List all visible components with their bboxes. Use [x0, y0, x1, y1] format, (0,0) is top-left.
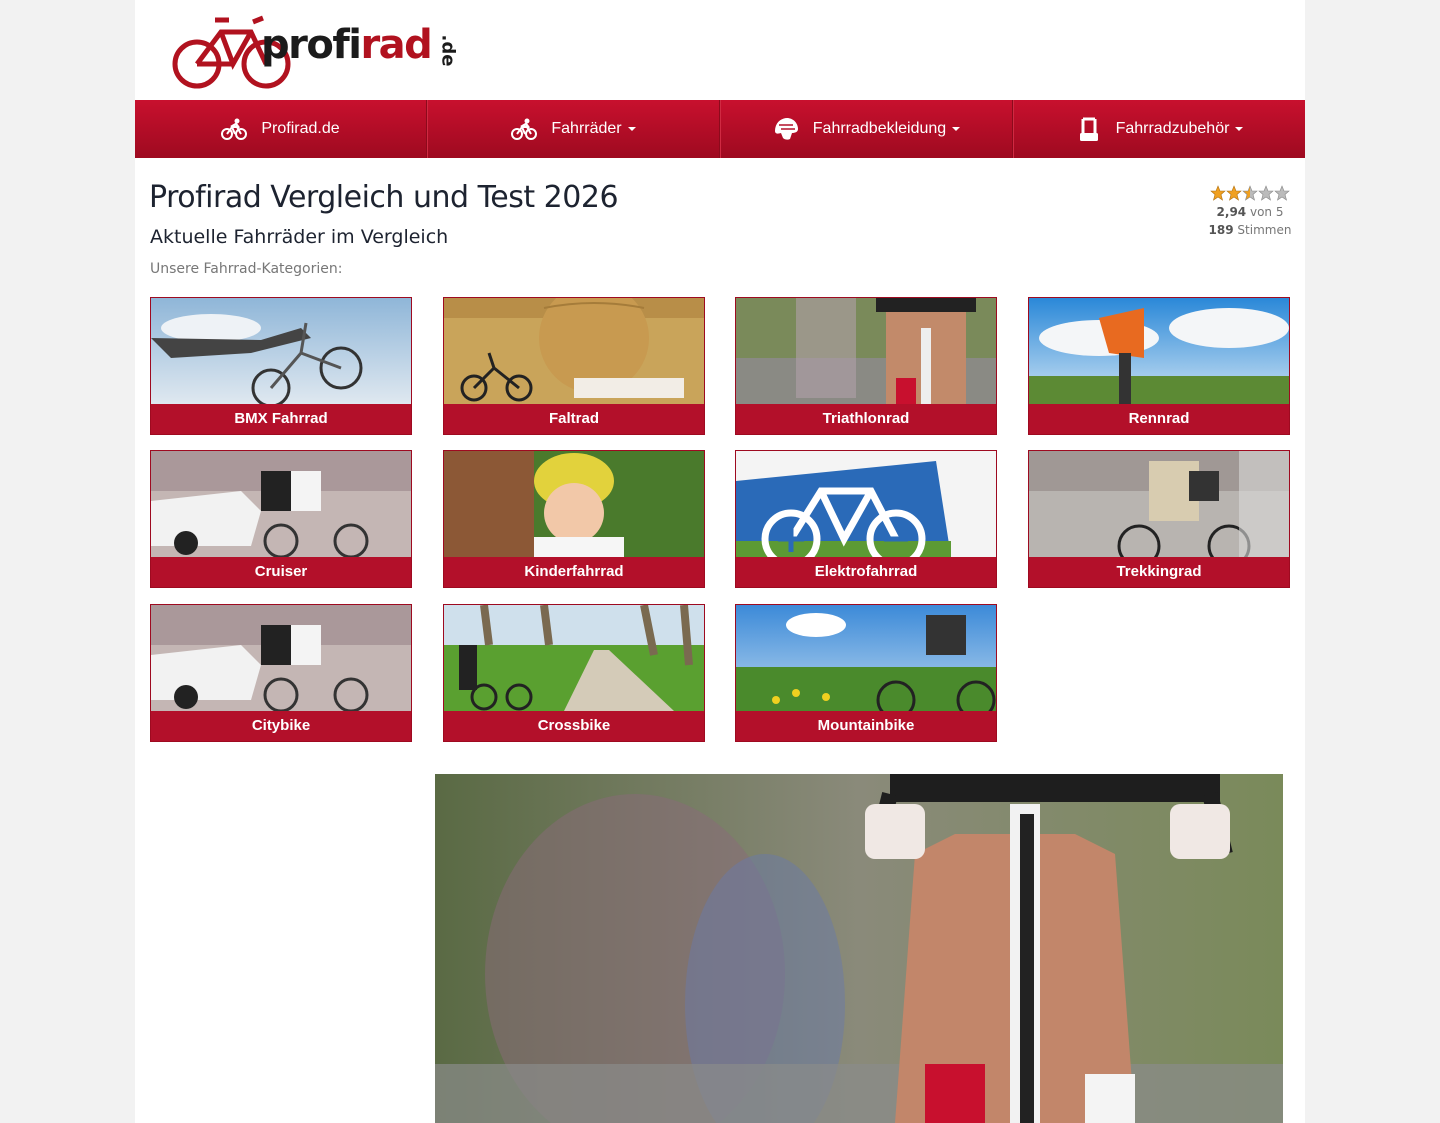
chevron-down-icon: [952, 126, 961, 131]
category-image: [736, 298, 996, 404]
nav-label: Fahrradzubehör: [1116, 120, 1244, 138]
nav-item-fahrradbekleidung[interactable]: Fahrradbekleidung: [720, 100, 1013, 158]
lock-icon: [1076, 116, 1102, 142]
rating-widget: 2,94 von 5 189 Stimmen: [1205, 185, 1295, 239]
category-tile-bmx[interactable]: BMX Fahrrad: [150, 297, 412, 435]
category-tile-mountainbike[interactable]: Mountainbike: [735, 604, 997, 742]
star-empty-icon[interactable]: [1258, 185, 1274, 201]
page-subtitle: Aktuelle Fahrräder im Vergleich: [150, 226, 449, 248]
nav-label: Fahrräder: [551, 120, 636, 138]
star-empty-icon[interactable]: [1274, 185, 1290, 201]
star-rating[interactable]: [1205, 185, 1295, 203]
category-label: Cruiser: [151, 557, 411, 587]
category-image: [444, 605, 704, 711]
category-image: [151, 451, 411, 557]
category-label: BMX Fahrrad: [151, 404, 411, 434]
category-tile-triathlonrad[interactable]: Triathlonrad: [735, 297, 997, 435]
category-image: [736, 605, 996, 711]
rating-votes: 189 Stimmen: [1208, 223, 1292, 237]
rating-score: 2,94 von 5: [1216, 205, 1284, 219]
nav-label: Fahrradbekleidung: [813, 120, 961, 138]
categories-heading: Unsere Fahrrad-Kategorien:: [150, 261, 343, 277]
category-label: Trekkingrad: [1029, 557, 1289, 587]
hero-image: [435, 774, 1283, 1123]
star-icon[interactable]: [1210, 185, 1226, 201]
category-tile-citybike[interactable]: Citybike: [150, 604, 412, 742]
category-label: Rennrad: [1029, 404, 1289, 434]
category-image: [444, 298, 704, 404]
nav-item-profirad[interactable]: Profirad.de: [135, 100, 427, 158]
category-label: Elektrofahrrad: [736, 557, 996, 587]
nav-item-fahrraeder[interactable]: Fahrräder: [427, 100, 720, 158]
category-label: Crossbike: [444, 711, 704, 741]
category-tile-crossbike[interactable]: Crossbike: [443, 604, 705, 742]
category-label: Citybike: [151, 711, 411, 741]
chevron-down-icon: [627, 126, 636, 131]
site-header: profirad .de: [135, 0, 1305, 100]
category-image: [444, 451, 704, 557]
chevron-down-icon: [1235, 126, 1244, 131]
page-title: Profirad Vergleich und Test 2026: [149, 180, 619, 215]
category-image: [1029, 451, 1289, 557]
category-label: Mountainbike: [736, 711, 996, 741]
category-label: Triathlonrad: [736, 404, 996, 434]
main-nav: Profirad.de Fahrräder Fahrradbekleidung …: [135, 100, 1305, 158]
cyclist-icon: [511, 116, 538, 142]
page-container: profirad .de Profirad.de Fahrräder Fahrr…: [135, 0, 1305, 1123]
category-image: [151, 298, 411, 404]
nav-item-fahrradzubehoer[interactable]: Fahrradzubehör: [1013, 100, 1305, 158]
star-icon[interactable]: [1226, 185, 1242, 201]
category-tile-rennrad[interactable]: Rennrad: [1028, 297, 1290, 435]
category-label: Kinderfahrrad: [444, 557, 704, 587]
category-tile-faltrad[interactable]: Faltrad: [443, 297, 705, 435]
logo-tld: .de: [437, 34, 459, 67]
logo-wordmark: profirad: [261, 22, 433, 68]
category-image: [736, 451, 996, 557]
category-tile-trekkingrad[interactable]: Trekkingrad: [1028, 450, 1290, 588]
category-image: [151, 605, 411, 711]
cyclist-icon: [221, 116, 248, 142]
category-image: [1029, 298, 1289, 404]
category-label: Faltrad: [444, 404, 704, 434]
category-tile-cruiser[interactable]: Cruiser: [150, 450, 412, 588]
nav-label: Profirad.de: [261, 120, 340, 137]
helmet-icon: [773, 116, 799, 142]
category-tile-elektrofahrrad[interactable]: Elektrofahrrad: [735, 450, 997, 588]
category-tile-kinderfahrrad[interactable]: Kinderfahrrad: [443, 450, 705, 588]
star-half-icon[interactable]: [1242, 185, 1258, 201]
